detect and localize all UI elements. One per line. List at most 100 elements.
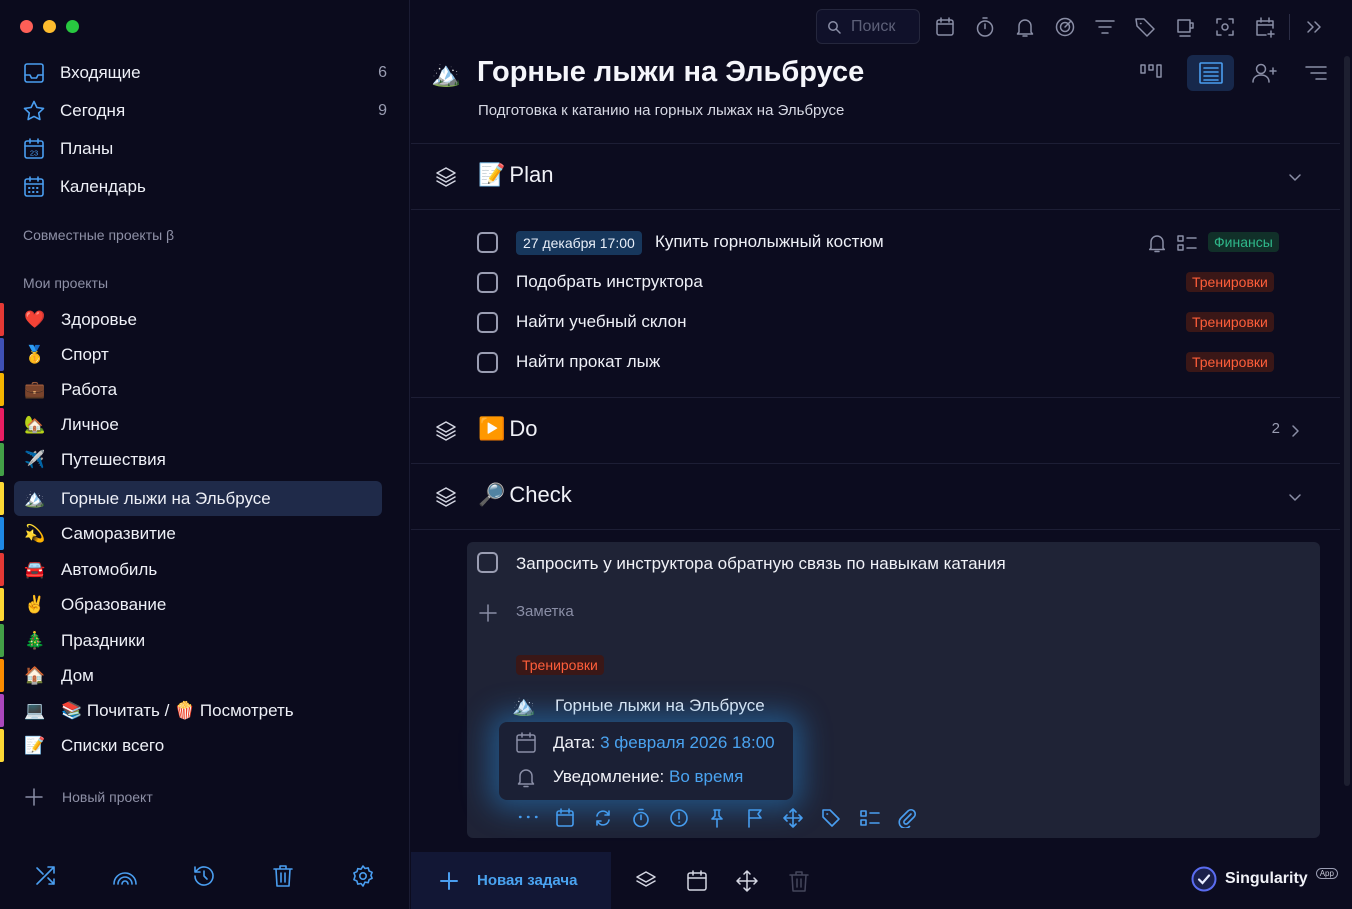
- chevron-down-icon[interactable]: [1288, 490, 1302, 504]
- nav-today-label: Сегодня: [60, 101, 126, 120]
- move-bulk-button[interactable]: [736, 870, 758, 892]
- detail-project-name[interactable]: Горные лыжи на Эльбрусе: [555, 696, 765, 716]
- project-item[interactable]: 💼 Работа: [14, 372, 382, 407]
- project-item[interactable]: ✌️ Образование: [14, 587, 382, 622]
- shared-projects-heading[interactable]: Совместные проекты β: [23, 227, 174, 243]
- timer-toolbar-button[interactable]: [974, 16, 996, 38]
- date-value[interactable]: 3 февраля 2026 18:00: [600, 733, 775, 752]
- expand-toolbar-button[interactable]: [1303, 16, 1325, 38]
- new-project-button[interactable]: Новый проект: [24, 787, 153, 807]
- tags-toolbar-button[interactable]: [1134, 16, 1156, 38]
- star-icon: [22, 99, 46, 123]
- scrollbar[interactable]: [1344, 56, 1350, 786]
- task-title[interactable]: Найти прокат лыж: [516, 352, 660, 372]
- tag-badge[interactable]: Тренировки: [1186, 272, 1274, 292]
- task-checkbox[interactable]: [477, 312, 498, 333]
- task-date-badge[interactable]: 27 декабря 17:00: [516, 231, 642, 255]
- paperclip-icon[interactable]: [897, 808, 935, 828]
- habits-button[interactable]: [112, 864, 138, 888]
- section-plan[interactable]: 📝 Plan: [411, 144, 1340, 208]
- project-item[interactable]: 🚘 Автомобиль: [14, 552, 382, 587]
- note-field[interactable]: Заметка: [516, 603, 574, 620]
- tag-icon[interactable]: [821, 808, 859, 828]
- date-row[interactable]: Дата: 3 февраля 2026 18:00: [515, 732, 775, 754]
- more-icon[interactable]: [517, 808, 555, 828]
- project-item[interactable]: 📝 Списки всего: [14, 728, 382, 763]
- calendar-23-icon: 23: [22, 137, 46, 161]
- task-checkbox[interactable]: [477, 232, 498, 253]
- new-task-button[interactable]: Новая задача: [411, 852, 611, 909]
- section-name: Check: [509, 482, 572, 507]
- project-item[interactable]: 🏠 Дом: [14, 658, 382, 693]
- tag-badge[interactable]: Финансы: [1208, 232, 1279, 252]
- share-project-button[interactable]: [1251, 62, 1279, 84]
- task-title[interactable]: Найти учебный склон: [516, 312, 687, 332]
- calendar-toolbar-button[interactable]: [934, 16, 956, 38]
- nav-plans[interactable]: 23 Планы: [22, 134, 387, 164]
- minimize-window-button[interactable]: [43, 20, 56, 33]
- sort-menu-button[interactable]: [1304, 64, 1328, 82]
- date-bulk-button[interactable]: [686, 870, 708, 892]
- project-item[interactable]: 🎄 Праздники: [14, 623, 382, 658]
- tag-badge[interactable]: Тренировки: [1186, 312, 1274, 332]
- task-row[interactable]: Подобрать инструктора Тренировки: [477, 266, 1287, 300]
- add-calendar-toolbar-button[interactable]: [1254, 16, 1276, 38]
- project-subtitle[interactable]: Подготовка к катанию на горных лыжах на …: [478, 102, 844, 119]
- history-button[interactable]: [192, 864, 216, 888]
- focus-toolbar-button[interactable]: [1054, 16, 1076, 38]
- shuffle-icon: [36, 866, 55, 885]
- delete-bulk-button[interactable]: [788, 870, 810, 892]
- notification-row[interactable]: Уведомление: Во время: [515, 766, 743, 788]
- nav-inbox[interactable]: Входящие 6: [22, 58, 387, 88]
- settings-button[interactable]: [351, 864, 375, 888]
- repeat-icon[interactable]: [593, 808, 631, 828]
- project-item[interactable]: 💫 Саморазвитие: [14, 516, 382, 551]
- add-section-button[interactable]: [635, 870, 657, 892]
- project-item[interactable]: 🥇 Спорт: [14, 337, 382, 372]
- checklist-icon[interactable]: [859, 808, 897, 828]
- task-title[interactable]: Купить горнолыжный костюм: [655, 232, 884, 252]
- task-row[interactable]: Найти учебный склон Тренировки: [477, 306, 1287, 340]
- flag-icon[interactable]: [745, 808, 783, 828]
- filter-toolbar-button[interactable]: [1094, 16, 1116, 38]
- pin-icon[interactable]: [707, 808, 745, 828]
- nav-today[interactable]: Сегодня 9: [22, 96, 387, 126]
- project-label: Горные лыжи на Эльбрусе: [61, 488, 271, 508]
- task-row[interactable]: Найти прокат лыж Тренировки: [477, 346, 1287, 380]
- nav-calendar[interactable]: Календарь: [22, 172, 387, 202]
- move-icon[interactable]: [783, 808, 821, 828]
- task-checkbox[interactable]: [477, 272, 498, 293]
- trash-button[interactable]: [272, 864, 294, 888]
- scan-toolbar-button[interactable]: [1214, 16, 1236, 38]
- tag-badge[interactable]: Тренировки: [516, 655, 604, 675]
- list-view-button[interactable]: [1187, 55, 1234, 91]
- board-view-button[interactable]: [1139, 62, 1163, 82]
- section-do[interactable]: ▶️ Do 2: [411, 398, 1340, 462]
- section-check[interactable]: 🔎 Check: [411, 464, 1340, 528]
- chevron-down-icon[interactable]: [1288, 170, 1302, 184]
- project-item-active[interactable]: 🏔️ Горные лыжи на Эльбрусе: [14, 481, 382, 516]
- habits-toolbar-button[interactable]: [1174, 16, 1196, 38]
- notification-value[interactable]: Во время: [669, 767, 743, 786]
- task-checkbox[interactable]: [477, 352, 498, 373]
- task-row[interactable]: 27 декабря 17:00 Купить горнолыжный кост…: [477, 226, 1287, 260]
- stopwatch-icon[interactable]: [631, 808, 669, 828]
- search-field[interactable]: Поиск: [816, 9, 920, 44]
- calendar-icon[interactable]: [555, 808, 593, 828]
- maximize-window-button[interactable]: [66, 20, 79, 33]
- notifications-toolbar-button[interactable]: [1014, 16, 1036, 38]
- priority-icon[interactable]: [669, 808, 707, 828]
- project-item[interactable]: ❤️ Здоровье: [14, 302, 382, 337]
- chevron-right-icon[interactable]: [1288, 424, 1302, 438]
- task-checkbox[interactable]: [477, 552, 498, 573]
- tag-badge[interactable]: Тренировки: [1186, 352, 1274, 372]
- task-title[interactable]: Подобрать инструктора: [516, 272, 703, 292]
- project-item[interactable]: 💻 📚 Почитать / 🍿 Посмотреть: [14, 693, 382, 728]
- project-item[interactable]: ✈️ Путешествия: [14, 442, 382, 477]
- project-item[interactable]: 🏡 Личное: [14, 407, 382, 442]
- page-title[interactable]: Горные лыжи на Эльбрусе: [477, 56, 864, 89]
- plus-icon: [24, 787, 44, 807]
- close-window-button[interactable]: [20, 20, 33, 33]
- shuffle-button[interactable]: [34, 864, 58, 888]
- detail-task-title[interactable]: Запросить у инструктора обратную связь п…: [516, 554, 1006, 574]
